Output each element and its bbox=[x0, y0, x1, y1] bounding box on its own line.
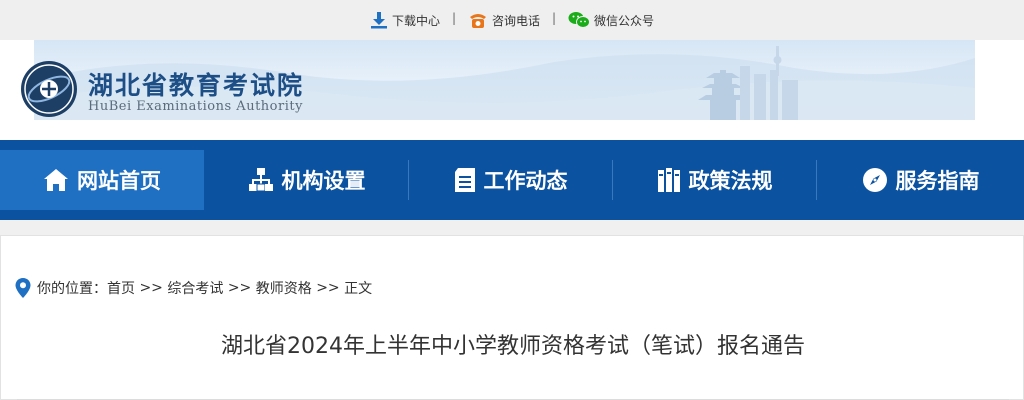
top-utility-bar: 下载中心 | 咨询电话 | 微信公众号 bbox=[0, 0, 1024, 40]
breadcrumb-prefix: 你的位置： bbox=[37, 281, 107, 297]
download-center-link[interactable]: 下载中心 bbox=[370, 10, 440, 30]
consult-phone-label: 咨询电话 bbox=[492, 13, 541, 28]
nav-item-organization[interactable]: 机构设置 bbox=[205, 150, 408, 210]
nav-item-label: 机构设置 bbox=[281, 169, 366, 193]
nav-item-policy[interactable]: 政策法规 bbox=[613, 150, 816, 210]
books-icon bbox=[657, 168, 680, 192]
breadcrumb-separator: >> bbox=[139, 280, 163, 296]
org-chart-icon bbox=[248, 168, 273, 192]
article-panel: 你的位置： 首页 >> 综合考试 >> 教师资格 >> 正文 湖北省2024年上… bbox=[0, 235, 1024, 400]
article-title: 湖北省2024年上半年中小学教师资格考试（笔试）报名通告 bbox=[221, 334, 805, 359]
compass-icon bbox=[862, 168, 887, 192]
breadcrumb-item-comprehensive-exams[interactable]: 综合考试 bbox=[167, 278, 223, 298]
nav-item-label: 政策法规 bbox=[688, 169, 773, 193]
breadcrumb-item-teacher-qualification[interactable]: 教师资格 bbox=[256, 278, 312, 298]
nav-item-label: 网站首页 bbox=[77, 169, 161, 193]
wechat-account-link[interactable]: 微信公众号 bbox=[568, 10, 654, 30]
site-title-en: HuBei Examinations Authority bbox=[88, 99, 303, 114]
download-icon bbox=[371, 12, 387, 29]
breadcrumb-separator: >> bbox=[316, 280, 340, 296]
header-banner: 湖北省教育考试院 HuBei Examinations Authority bbox=[0, 40, 1024, 140]
site-title-cn: 湖北省教育考试院 bbox=[88, 71, 305, 100]
nav-item-service-guide[interactable]: 服务指南 bbox=[817, 150, 1024, 210]
document-icon bbox=[454, 168, 475, 192]
breadcrumb-item-current: 正文 bbox=[344, 281, 373, 297]
wechat-account-label: 微信公众号 bbox=[594, 13, 655, 28]
nav-item-label: 工作动态 bbox=[483, 169, 568, 193]
breadcrumb: 你的位置： 首页 >> 综合考试 >> 教师资格 >> 正文 bbox=[15, 278, 372, 298]
breadcrumb-separator: >> bbox=[227, 280, 252, 296]
exam-authority-logo bbox=[21, 61, 77, 117]
nav-item-label: 服务指南 bbox=[895, 169, 980, 193]
breadcrumb-item-home[interactable]: 首页 bbox=[107, 278, 135, 298]
separator: | bbox=[452, 11, 457, 25]
wechat-icon bbox=[568, 12, 590, 28]
location-pin-icon bbox=[15, 278, 31, 298]
nav-item-news[interactable]: 工作动态 bbox=[409, 150, 612, 210]
separator: | bbox=[552, 11, 557, 25]
nav-item-home[interactable]: 网站首页 bbox=[0, 150, 204, 210]
main-nav: 网站首页 机构设置 工作动态 政策法规 服务指南 bbox=[0, 140, 1024, 220]
download-center-label: 下载中心 bbox=[392, 13, 441, 28]
consult-phone-link[interactable]: 咨询电话 bbox=[468, 10, 540, 30]
phone-icon bbox=[470, 14, 486, 28]
home-icon bbox=[44, 169, 68, 191]
